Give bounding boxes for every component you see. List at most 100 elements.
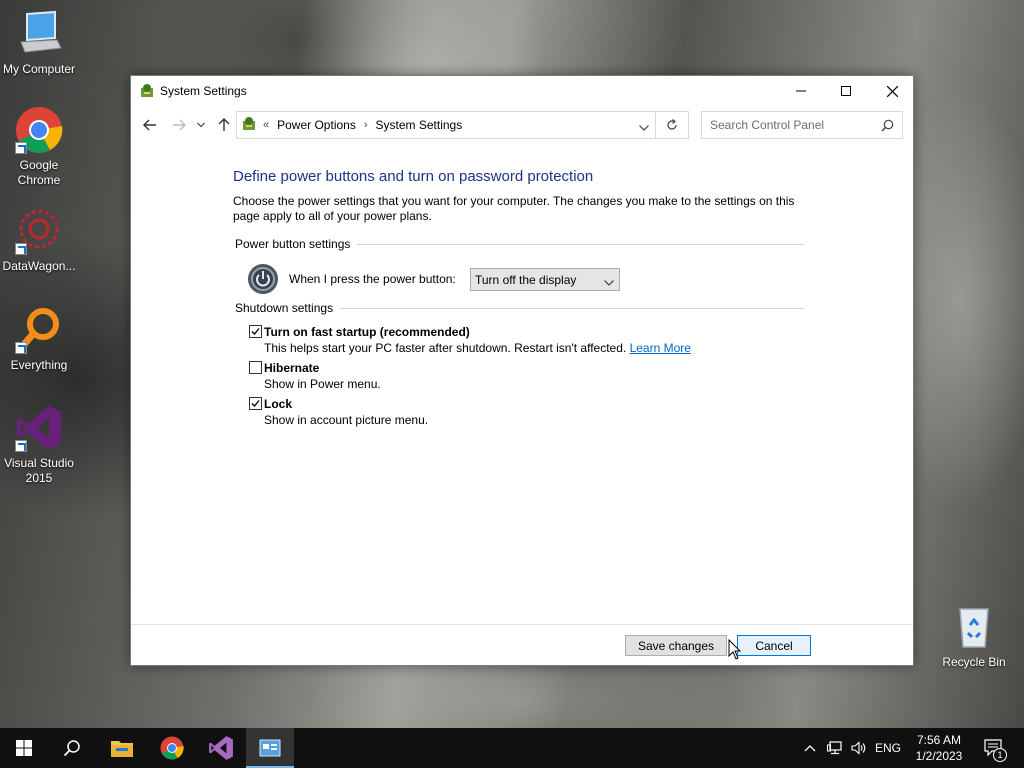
option-title[interactable]: Hibernate xyxy=(264,360,833,376)
option-description: Show in Power menu. xyxy=(264,377,381,391)
search-box[interactable] xyxy=(701,111,903,139)
desktop-icon-my-computer[interactable]: My Computer xyxy=(0,10,78,77)
search-input[interactable] xyxy=(702,112,872,138)
group-title: Shutdown settings xyxy=(235,301,334,315)
desktop-icon-label: DataWagon... xyxy=(2,259,76,273)
navigation-bar: « Power Options › System Settings xyxy=(131,110,913,140)
desktop-icon-datawagon[interactable]: DataWagon... xyxy=(0,207,78,274)
chrome-icon xyxy=(160,736,184,760)
clock-time: 7:56 AM xyxy=(916,733,962,747)
notification-count-badge: 1 xyxy=(993,748,1007,762)
computer-icon xyxy=(15,10,63,58)
chevron-up-icon xyxy=(804,745,816,752)
desktop-icon-google-chrome[interactable]: Google Chrome xyxy=(0,106,78,188)
search-taskbar-button[interactable] xyxy=(48,728,96,768)
selected-value: Turn off the display xyxy=(475,272,577,287)
desktop-icon-label: My Computer xyxy=(2,62,76,76)
group-divider xyxy=(339,308,805,309)
network-tray-button[interactable] xyxy=(824,728,846,768)
minimize-icon xyxy=(796,90,806,92)
mouse-cursor-icon xyxy=(728,638,742,664)
option-fast-startup: Turn on fast startup (recommended) This … xyxy=(233,324,833,357)
desktop-icon-everything[interactable]: Everything xyxy=(0,306,78,373)
power-button-icon xyxy=(247,263,279,295)
chevron-down-icon xyxy=(604,275,614,289)
chevron-down-icon xyxy=(197,122,205,128)
desktop-icon-label: Google Chrome xyxy=(17,158,61,187)
visual-studio-icon xyxy=(209,736,233,760)
power-button-action-select[interactable]: Turn off the display xyxy=(470,268,620,291)
forward-arrow-icon xyxy=(173,119,186,131)
option-description: This helps start your PC faster after sh… xyxy=(264,340,833,357)
desktop-icon-label: Everything xyxy=(10,358,68,372)
refresh-icon xyxy=(667,119,677,130)
window-title: System Settings xyxy=(160,84,247,98)
main-content: Define power buttons and turn on passwor… xyxy=(233,168,833,429)
option-lock: Lock Show in account picture menu. xyxy=(233,396,833,429)
fast-startup-checkbox[interactable] xyxy=(249,325,262,338)
control-panel-icon xyxy=(241,116,257,135)
page-description: Choose the power settings that you want … xyxy=(233,194,795,223)
shortcut-arrow-icon xyxy=(15,440,27,452)
title-bar[interactable]: System Settings xyxy=(131,76,913,106)
lock-checkbox[interactable] xyxy=(249,397,262,410)
option-title[interactable]: Lock xyxy=(264,396,833,412)
folder-icon xyxy=(111,741,133,757)
input-language-button[interactable]: ENG xyxy=(872,728,904,768)
address-overflow[interactable]: « xyxy=(263,119,269,131)
show-hidden-icons-button[interactable] xyxy=(800,728,820,768)
back-arrow-icon xyxy=(143,119,156,131)
forward-button[interactable] xyxy=(168,114,190,136)
desktop-icon-label: Recycle Bin xyxy=(942,655,1006,669)
power-button-label: When I press the power button: xyxy=(289,272,456,286)
hibernate-checkbox[interactable] xyxy=(249,361,262,374)
visual-studio-taskbar-button[interactable] xyxy=(197,728,245,768)
checkmark-icon xyxy=(251,328,260,335)
chrome-taskbar-button[interactable] xyxy=(148,728,196,768)
power-options-app-icon xyxy=(139,83,155,99)
minimize-button[interactable] xyxy=(778,76,824,106)
datawagon-icon xyxy=(15,207,63,255)
up-button[interactable] xyxy=(213,114,235,136)
cancel-button[interactable]: Cancel xyxy=(737,635,811,656)
close-button[interactable] xyxy=(869,76,915,106)
option-description-text: This helps start your PC faster after sh… xyxy=(264,341,627,355)
breadcrumb-separator-icon[interactable]: › xyxy=(364,119,368,131)
everything-search-icon xyxy=(15,306,63,354)
control-panel-taskbar-button[interactable] xyxy=(246,728,294,768)
shutdown-settings-group: Shutdown settings xyxy=(235,301,833,315)
shortcut-arrow-icon xyxy=(15,243,27,255)
address-bar[interactable]: « Power Options › System Settings xyxy=(236,111,656,139)
action-center-button[interactable]: 1 xyxy=(978,728,1010,768)
file-explorer-taskbar-button[interactable] xyxy=(98,728,146,768)
power-button-row: When I press the power button: Turn off … xyxy=(233,263,833,303)
desktop-icon-visual-studio[interactable]: Visual Studio 2015 xyxy=(0,404,78,486)
shortcut-arrow-icon xyxy=(15,142,27,154)
system-clock[interactable]: 7:56 AM 1/2/2023 xyxy=(905,732,973,764)
group-divider xyxy=(357,244,805,245)
address-dropdown-icon[interactable] xyxy=(639,120,649,134)
power-button-settings-group: Power button settings xyxy=(235,237,833,251)
search-icon[interactable] xyxy=(881,119,894,135)
maximize-button[interactable] xyxy=(823,76,869,106)
save-changes-button[interactable]: Save changes xyxy=(625,635,727,656)
breadcrumb-system-settings[interactable]: System Settings xyxy=(376,118,463,132)
desktop-icon-label: Visual Studio 2015 xyxy=(4,456,74,485)
recycle-bin-icon xyxy=(950,603,998,651)
volume-tray-button[interactable] xyxy=(848,728,870,768)
breadcrumb-power-options[interactable]: Power Options xyxy=(277,118,356,132)
option-description: Show in account picture menu. xyxy=(264,413,429,427)
taskbar: ENG 7:56 AM 1/2/2023 1 xyxy=(0,728,1024,768)
start-button[interactable] xyxy=(0,728,48,768)
option-title[interactable]: Turn on fast startup (recommended) xyxy=(264,324,833,340)
system-settings-window: System Settings « Power Options › System… xyxy=(130,75,914,666)
recent-locations-button[interactable] xyxy=(193,114,209,136)
back-button[interactable] xyxy=(139,114,161,136)
learn-more-link[interactable]: Learn More xyxy=(630,341,691,355)
refresh-button[interactable] xyxy=(656,111,689,139)
chrome-icon xyxy=(15,106,63,154)
clock-date: 1/2/2023 xyxy=(915,749,963,763)
control-panel-icon xyxy=(259,739,281,757)
shortcut-arrow-icon xyxy=(15,342,27,354)
desktop-icon-recycle-bin[interactable]: Recycle Bin xyxy=(935,603,1013,670)
